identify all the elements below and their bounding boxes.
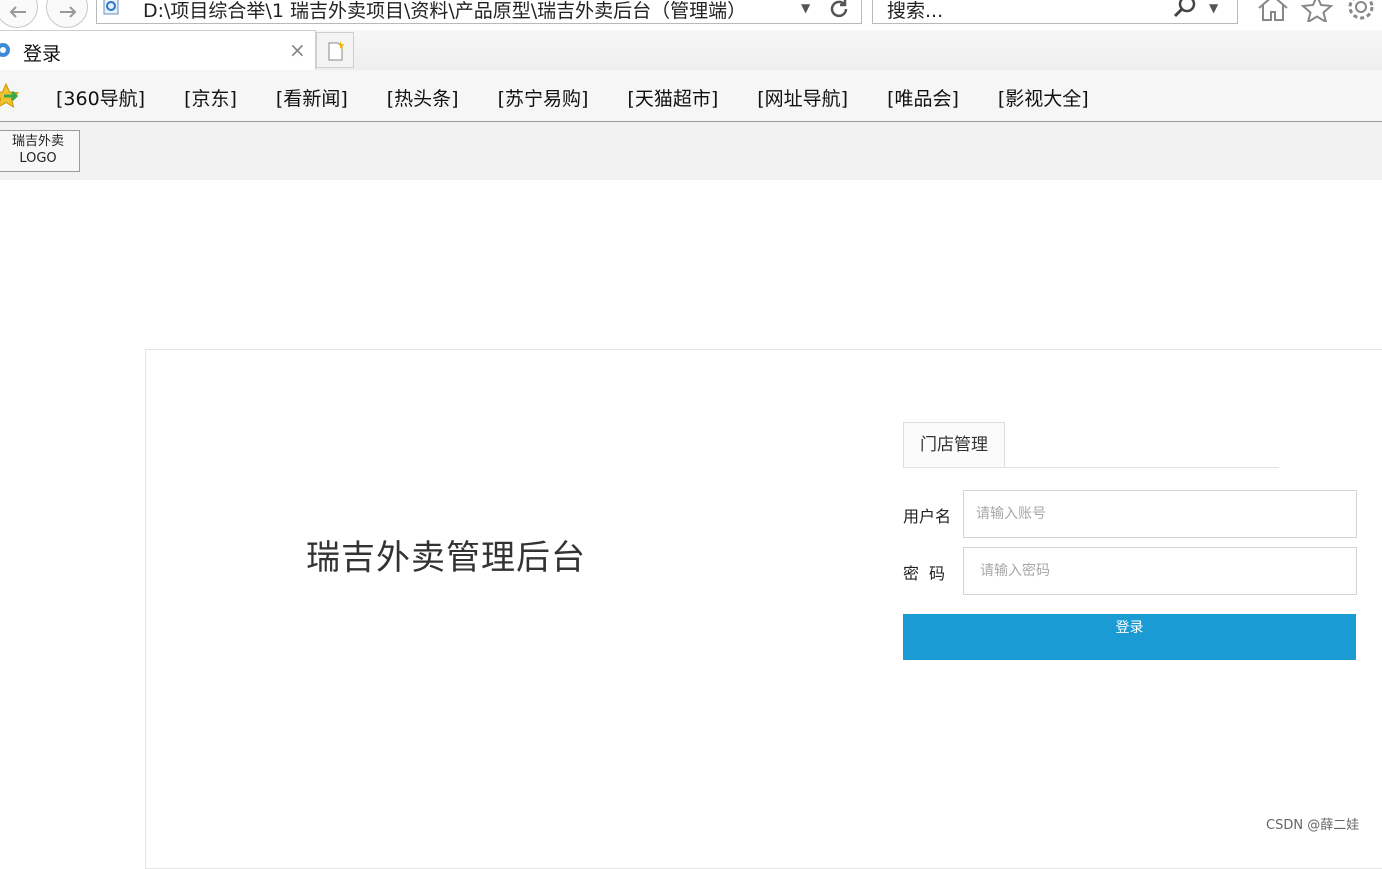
refresh-icon[interactable] [827,0,851,21]
address-bar[interactable]: D:\项目综合举\1 瑞吉外卖项目\资料\产品原型\瑞吉外卖后台（管理端） ▼ [96,0,862,24]
tab-store-management[interactable]: 门店管理 [903,422,1005,468]
browser-address-row: D:\项目综合举\1 瑞吉外卖项目\资料\产品原型\瑞吉外卖后台（管理端） ▼ … [0,0,1382,30]
favorite-link[interactable]: [影视大全] [998,84,1089,111]
ie-page-icon [103,0,119,15]
favorite-link[interactable]: [看新闻] [276,84,348,111]
logo-line-text: LOGO [19,151,57,166]
username-label: 用户名 [903,507,952,526]
browser-tab-login[interactable]: 登录 × [0,30,316,70]
address-text[interactable]: D:\项目综合举\1 瑞吉外卖项目\资料\产品原型\瑞吉外卖后台（管理端） [143,0,793,23]
login-button[interactable]: 登录 [903,614,1356,660]
login-button-label: 登录 [1115,620,1144,636]
favorite-link[interactable]: [苏宁易购] [498,84,589,111]
new-tab-icon [328,41,345,61]
system-title: 瑞吉外卖管理后台 [306,538,586,578]
search-dropdown-icon[interactable]: ▼ [1209,1,1218,15]
favorite-link[interactable]: [360导航] [56,84,145,111]
password-label: 密码 [903,564,956,583]
favorites-add-icon[interactable] [0,82,20,110]
browser-tab-row: 登录 × [0,30,1382,70]
login-card [145,349,1382,869]
ie-favicon-icon [0,43,10,57]
tab-title: 登录 [23,43,62,65]
forward-button[interactable] [46,0,88,28]
favorite-link[interactable]: [京东] [184,84,237,111]
logo: 瑞吉外卖 LOGO [0,130,80,172]
logo-line-name: 瑞吉外卖 [11,134,64,149]
new-tab-button[interactable] [316,32,354,68]
favorites-star-icon[interactable] [1300,0,1334,22]
favorite-link[interactable]: [热头条] [387,84,459,111]
password-input[interactable] [963,547,1357,595]
favorites-bar: [360导航] [京东] [看新闻] [热头条] [苏宁易购] [天猫超市] [… [0,70,1382,122]
browser-search-placeholder[interactable]: 搜索... [887,0,943,23]
search-icon[interactable] [1171,0,1199,21]
favorite-link[interactable]: [天猫超市] [627,84,718,111]
favorite-link[interactable]: [网址导航] [757,84,848,111]
watermark: CSDN @薛二娃 [1266,818,1360,833]
tab-divider [903,467,1279,468]
username-input[interactable] [963,490,1357,538]
forward-arrow-icon [60,6,77,18]
page-header: 瑞吉外卖 LOGO [0,122,1382,180]
back-button[interactable] [0,0,38,28]
tab-close-icon[interactable]: × [289,38,306,62]
favorites-links: [360导航] [京东] [看新闻] [热头条] [苏宁易购] [天猫超市] [… [56,84,1128,111]
favorite-link[interactable]: [唯品会] [887,84,959,111]
back-arrow-icon [9,6,26,18]
browser-search-box[interactable]: 搜索... ▼ [872,0,1238,24]
address-dropdown-icon[interactable]: ▼ [801,1,810,15]
home-icon[interactable] [1256,0,1290,22]
gear-icon[interactable] [1344,0,1378,22]
